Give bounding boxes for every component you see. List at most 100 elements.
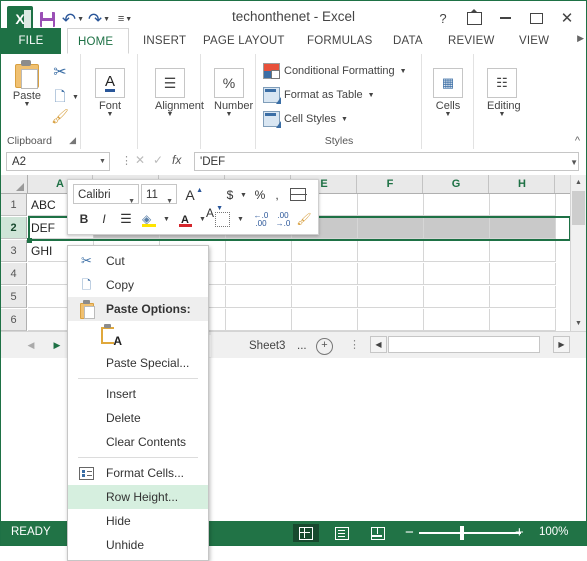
- vertical-scrollbar[interactable]: ▲ ▼: [570, 175, 586, 331]
- cell-g3[interactable]: [424, 240, 490, 262]
- context-menu-item-format-cells[interactable]: Format Cells...: [68, 461, 208, 485]
- row-header-4[interactable]: 4: [1, 263, 27, 285]
- hscroll-right-icon[interactable]: ▶: [553, 336, 570, 353]
- currency-icon[interactable]: $: [224, 186, 236, 203]
- font-size-input[interactable]: 11 ▼: [141, 184, 177, 205]
- cell-styles-button[interactable]: Cell Styles ▼: [263, 111, 348, 128]
- cell-f3[interactable]: [358, 240, 424, 262]
- tab-overflow-icon[interactable]: ▶: [577, 33, 584, 44]
- name-box[interactable]: A2: [6, 152, 110, 171]
- font-color-dropdown-icon[interactable]: ▼: [197, 213, 207, 225]
- context-menu-item-cut[interactable]: ✂ Cut: [68, 249, 208, 273]
- chevron-down-icon[interactable]: ▼: [341, 116, 348, 123]
- column-header-g[interactable]: G: [424, 175, 489, 193]
- bold-icon[interactable]: B: [76, 210, 92, 228]
- row-header-1[interactable]: 1: [1, 194, 27, 216]
- formula-input[interactable]: 'DEF: [194, 152, 579, 171]
- cell-g1[interactable]: [424, 194, 490, 216]
- row-header-2[interactable]: 2: [1, 217, 27, 239]
- column-header-h[interactable]: H: [490, 175, 555, 193]
- fill-color-dropdown-icon[interactable]: ▼: [161, 213, 171, 225]
- decrease-decimal-icon[interactable]: ←.0.00: [252, 212, 270, 228]
- zoom-slider-track[interactable]: [419, 532, 521, 534]
- page-break-preview-icon[interactable]: [365, 524, 391, 542]
- tab-data[interactable]: DATA: [383, 28, 433, 54]
- number-button[interactable]: % Number ▼: [214, 68, 253, 118]
- collapse-ribbon-icon[interactable]: ^: [575, 135, 580, 147]
- cell-h2[interactable]: [490, 217, 556, 239]
- hscroll-left-icon[interactable]: ◀: [370, 336, 387, 353]
- cell-e4[interactable]: [292, 263, 358, 285]
- cell-d6[interactable]: [226, 309, 292, 331]
- zoom-slider-thumb[interactable]: [460, 526, 464, 540]
- borders-icon[interactable]: [215, 212, 230, 227]
- format-painter-icon[interactable]: 🖌: [296, 211, 312, 227]
- cells-dropdown-icon[interactable]: ▼: [433, 111, 463, 118]
- scroll-down-icon[interactable]: ▼: [571, 316, 586, 331]
- cell-g4[interactable]: [424, 263, 490, 285]
- cells-button[interactable]: ▦ Cells ▼: [433, 68, 463, 118]
- page-layout-view-icon[interactable]: [329, 524, 355, 542]
- fill-handle[interactable]: [27, 238, 32, 243]
- normal-view-icon[interactable]: [293, 524, 319, 542]
- tab-page-layout[interactable]: PAGE LAYOUT: [193, 28, 295, 54]
- font-name-input[interactable]: Calibri ▼: [73, 184, 139, 205]
- column-header-f[interactable]: F: [358, 175, 423, 193]
- context-menu-item-hide[interactable]: Hide: [68, 509, 208, 533]
- row-header-5[interactable]: 5: [1, 286, 27, 308]
- zoom-out-button[interactable]: −: [405, 525, 414, 540]
- font-color-icon[interactable]: A: [178, 211, 192, 227]
- paste-button[interactable]: Paste ▼: [7, 60, 47, 108]
- format-as-table-button[interactable]: Format as Table ▼: [263, 87, 375, 104]
- cell-d5[interactable]: [226, 286, 292, 308]
- select-all-button[interactable]: [1, 175, 28, 193]
- comma-style-icon[interactable]: ,: [272, 186, 282, 203]
- tab-view[interactable]: VIEW: [509, 28, 559, 54]
- cell-f1[interactable]: [358, 194, 424, 216]
- font-dropdown-icon[interactable]: ▼: [95, 111, 125, 118]
- tab-home[interactable]: HOME: [67, 28, 129, 54]
- cell-h1[interactable]: [490, 194, 556, 216]
- fill-color-icon[interactable]: ◈: [141, 211, 157, 227]
- vertical-scroll-thumb[interactable]: [572, 191, 585, 225]
- zoom-in-button[interactable]: +: [515, 525, 524, 540]
- cell-h5[interactable]: [490, 286, 556, 308]
- sheet-tab-more[interactable]: ...: [289, 335, 315, 357]
- sheet-nav-next-icon[interactable]: ▶: [49, 337, 65, 353]
- cell-h4[interactable]: [490, 263, 556, 285]
- conditional-formatting-button[interactable]: Conditional Formatting ▼: [263, 63, 407, 79]
- split-handle[interactable]: ⋮: [349, 338, 361, 351]
- expand-formula-bar-icon[interactable]: ▼: [570, 158, 578, 167]
- zoom-level[interactable]: 100%: [539, 526, 568, 538]
- cell-f6[interactable]: [358, 309, 424, 331]
- merge-cells-icon[interactable]: [289, 187, 307, 202]
- cell-d3[interactable]: [226, 240, 292, 262]
- copy-dropdown-icon[interactable]: ▼: [71, 88, 79, 102]
- row-header-3[interactable]: 3: [1, 240, 27, 262]
- cell-g5[interactable]: [424, 286, 490, 308]
- new-sheet-icon[interactable]: +: [316, 338, 333, 355]
- paste-dropdown-icon[interactable]: ▼: [7, 101, 47, 108]
- cell-e6[interactable]: [292, 309, 358, 331]
- number-dropdown-icon[interactable]: ▼: [214, 111, 244, 118]
- context-menu-item-insert[interactable]: Insert: [68, 382, 208, 406]
- enter-icon[interactable]: ✓: [153, 153, 163, 167]
- tab-insert[interactable]: INSERT: [133, 28, 196, 54]
- cell-h3[interactable]: [490, 240, 556, 262]
- context-menu-item-unhide[interactable]: Unhide: [68, 533, 208, 557]
- cell-f5[interactable]: [358, 286, 424, 308]
- format-painter-button[interactable]: 🖌: [49, 108, 71, 125]
- copy-button[interactable]: 🗋: [49, 86, 71, 110]
- cut-button[interactable]: ✂: [49, 62, 71, 82]
- currency-dropdown-icon[interactable]: ▼: [238, 189, 248, 201]
- chevron-down-icon[interactable]: ▼: [368, 92, 375, 99]
- horizontal-scroll-thumb[interactable]: [388, 336, 540, 353]
- sheet-tab-3[interactable]: Sheet3: [241, 335, 294, 357]
- center-align-icon[interactable]: ☰: [117, 210, 135, 228]
- paste-values-icon[interactable]: A: [98, 323, 124, 349]
- percent-style-icon[interactable]: %: [253, 186, 267, 203]
- alignment-button[interactable]: ☰ Alignment ▼: [155, 68, 204, 118]
- borders-dropdown-icon[interactable]: ▼: [235, 213, 245, 225]
- italic-icon[interactable]: I: [97, 210, 111, 228]
- clipboard-dialog-launcher-icon[interactable]: ◢: [69, 135, 76, 146]
